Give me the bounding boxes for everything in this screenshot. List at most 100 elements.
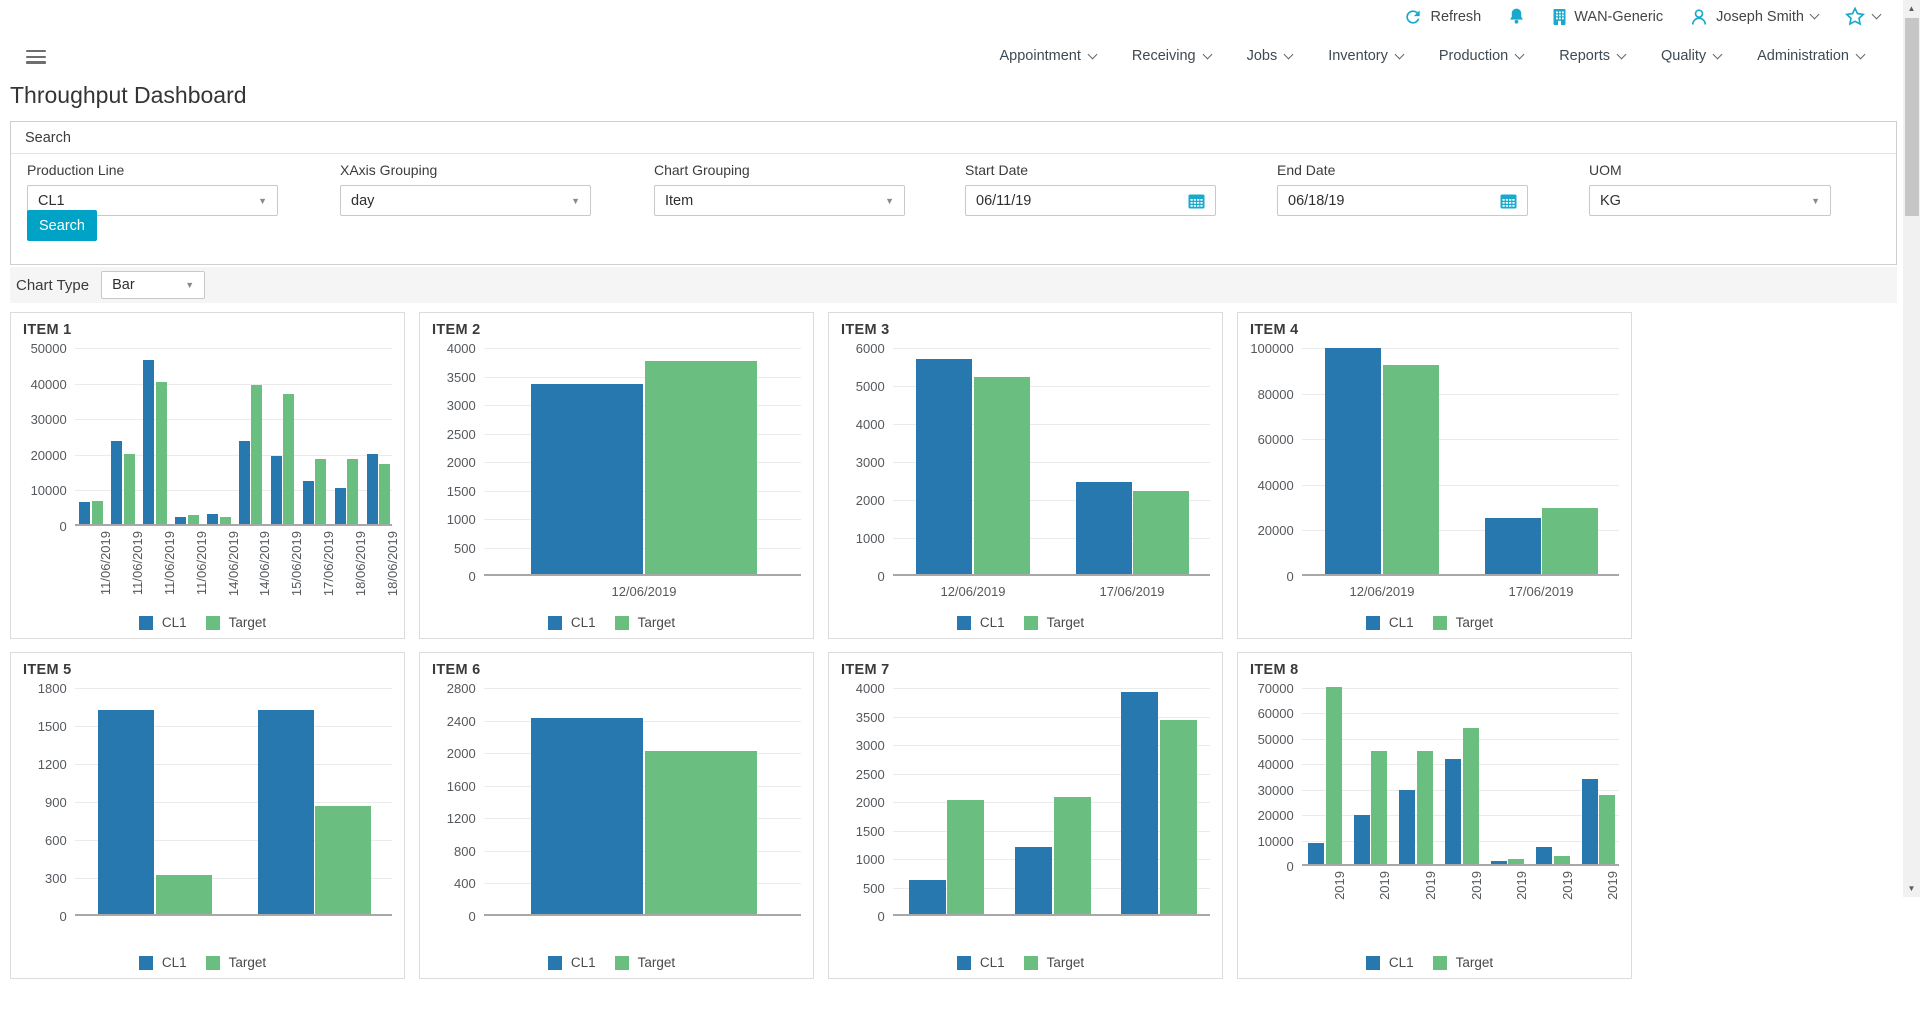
plot-area [74,348,392,526]
nav-jobs[interactable]: Jobs [1247,48,1294,64]
search-button[interactable]: Search [27,210,97,241]
y-tick-label: 1600 [446,778,476,794]
scroll-down-button[interactable]: ▼ [1903,880,1920,897]
x-axis-labels: 12/06/2019 [484,576,803,610]
chart-panel: ITEM 7 0 500 1000 1500 2000 2500 3000 3500 4000 … [828,652,1223,979]
y-tick-label: 4000 [446,341,476,356]
x-tick-label: 2019 [1377,871,1392,900]
y-tick-label: 5000 [855,379,885,394]
chart-type-label: Chart Type [16,276,90,294]
y-tick-label: 2500 [446,426,476,442]
legend-swatch-cl1 [547,955,562,970]
gridline [1301,688,1619,689]
legend-swatch-target [1432,615,1447,630]
bar-target [123,454,135,524]
y-tick-label: 500 [454,540,476,556]
chevron-down-icon [1514,49,1525,59]
chevron-down-icon [1394,49,1405,59]
scroll-up-button[interactable]: ▲ [1903,0,1920,17]
nav-production[interactable]: Production [1439,48,1525,64]
field-end-date: End Date 06/18/19 [1277,162,1528,216]
uom-select[interactable]: KG ▼ [1589,185,1831,216]
y-tick-label: 1000 [855,852,885,867]
bar-target [1507,859,1524,864]
nav-reports[interactable]: Reports [1559,48,1627,64]
x-axis-labels: 11/06/2019 11/06/2019 11/06/2019 11/06/2019… [75,526,400,610]
y-tick-label: 3500 [446,369,476,385]
y-axis: 0 20000 40000 60000 80000 100000 [1250,341,1302,584]
chart-legend: CL1 Target [23,955,392,970]
y-tick-label: 40000 [30,376,67,392]
xaxis-grouping-select[interactable]: day ▼ [340,185,591,216]
refresh-icon [1403,7,1423,27]
y-tick-label: 0 [877,909,885,924]
y-tick-label: 4000 [855,417,885,432]
bar-target [155,382,167,524]
bar-target [644,751,757,914]
calendar-icon[interactable] [1188,193,1205,209]
bar-target [1382,365,1439,574]
nav-inventory[interactable]: Inventory [1328,48,1405,64]
bar-cl1 [1075,482,1132,574]
nav-administration[interactable]: Administration [1757,48,1866,64]
y-tick-label: 900 [45,795,67,810]
x-tick-label: 18/06/2019 [353,531,368,597]
notifications-button[interactable] [1507,6,1526,27]
bar-target [91,501,103,524]
main-nav: Appointment Receiving Jobs Inventory Pro… [999,48,1866,64]
y-tick-label: 1500 [37,719,67,734]
refresh-button[interactable]: Refresh [1403,7,1481,27]
scrollbar-thumb[interactable] [1904,18,1919,216]
x-tick-label: 15/06/2019 [289,531,304,597]
end-date-input[interactable]: 06/18/19 [1277,185,1528,216]
dropdown-arrow-icon: ▼ [258,195,267,206]
plot-area [1301,348,1619,576]
y-tick-label: 80000 [1257,386,1294,402]
chart-title: ITEM 6 [432,662,481,678]
y-tick-label: 1800 [37,681,67,696]
legend-label: CL1 [161,955,187,970]
dropdown-arrow-icon: ▼ [885,195,894,206]
legend-label: Target [228,955,267,970]
chevron-down-icon [1855,49,1866,59]
chart-type-select[interactable]: Bar ▼ [101,271,206,299]
gridline [74,348,392,349]
chart-grouping-select[interactable]: Item ▼ [654,185,905,216]
start-date-input[interactable]: 06/11/19 [965,185,1216,216]
x-axis-labels [484,916,803,950]
chart-panel: ITEM 4 0 20000 40000 60000 80000 100000 12/06… [1237,312,1632,639]
nav-receiving[interactable]: Receiving [1132,48,1213,64]
y-tick-label: 0 [468,569,476,584]
x-tick-label: 11/06/2019 [98,531,113,596]
nav-appointment[interactable]: Appointment [999,48,1098,64]
dropdown-arrow-icon: ▼ [185,280,195,290]
vertical-scrollbar[interactable]: ▲ ▼ [1903,0,1920,897]
calendar-icon[interactable] [1500,193,1517,209]
y-tick-label: 500 [863,880,885,896]
y-tick-label: 1500 [446,483,476,499]
plot-area [483,688,801,916]
gridline [892,716,1210,718]
nav-quality[interactable]: Quality [1661,48,1723,64]
bar-cl1 [915,359,972,574]
y-tick-label: 2000 [855,493,885,508]
site-selector[interactable]: WAN-Generic [1552,8,1663,26]
user-menu[interactable]: Joseph Smith [1689,7,1820,27]
bar-target [378,464,390,524]
field-start-date: Start Date 06/11/19 [965,162,1216,216]
gridline [1301,738,1619,740]
bar-cl1 [302,481,314,524]
bar-cl1 [1398,790,1415,864]
favorites-menu[interactable] [1844,6,1882,27]
hamburger-menu-icon[interactable] [26,50,46,65]
y-tick-label: 3000 [855,455,885,470]
dropdown-arrow-icon: ▼ [571,195,580,206]
y-tick-label: 10000 [1257,833,1294,849]
x-tick-label: 11/06/2019 [162,531,177,596]
gridline [483,348,801,349]
bar-target [219,517,231,524]
bar-target [1325,687,1342,864]
y-tick-label: 6000 [855,341,885,356]
x-axis-labels: 12/06/2019 17/06/2019 [893,576,1212,610]
bar-target [282,394,294,524]
